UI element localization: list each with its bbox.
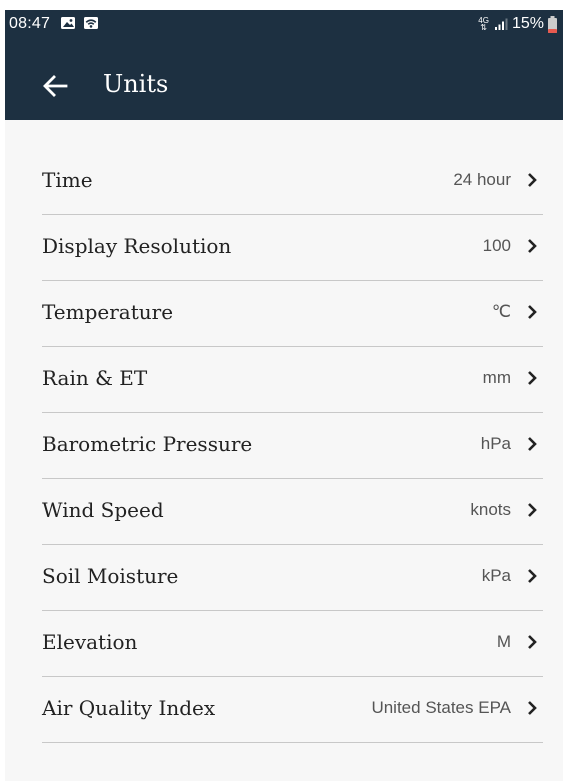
chevron-right-icon	[528, 634, 537, 649]
setting-value: hPa	[480, 433, 511, 453]
setting-value-group: mm	[483, 368, 543, 388]
setting-row-barometric-pressure[interactable]: Barometric Pressure hPa	[42, 413, 543, 479]
signal-strength-icon	[494, 18, 508, 30]
setting-value: kPa	[481, 565, 511, 585]
setting-value-group: ℃	[492, 302, 543, 322]
setting-row-wind-speed[interactable]: Wind Speed knots	[42, 479, 543, 545]
units-settings-list: Time 24 hour Display Resolution 100 Temp…	[42, 149, 543, 743]
gallery-icon	[61, 17, 75, 29]
chevron-right-icon	[528, 436, 537, 451]
chevron-right-icon	[528, 304, 537, 319]
battery-percent: 15%	[511, 15, 544, 32]
setting-row-air-quality-index[interactable]: Air Quality Index United States EPA	[42, 677, 543, 743]
arrow-left-icon	[43, 75, 68, 97]
setting-row-elevation[interactable]: Elevation M	[42, 611, 543, 677]
setting-label: Rain & ET	[42, 365, 148, 390]
status-time: 08:47	[9, 15, 51, 32]
chevron-right-icon	[528, 370, 537, 385]
setting-value-group: M	[497, 632, 543, 652]
setting-label: Barometric Pressure	[42, 431, 253, 456]
page-title: Units	[103, 70, 169, 98]
setting-value: M	[496, 631, 511, 651]
setting-value-group: kPa	[482, 566, 543, 586]
network-type-indicator: 4G ⇅	[478, 17, 489, 32]
setting-label: Elevation	[42, 629, 138, 654]
setting-row-display-resolution[interactable]: Display Resolution 100	[42, 215, 543, 281]
setting-value-group: 24 hour	[453, 170, 543, 190]
back-button[interactable]	[35, 68, 75, 104]
data-arrows-icon: ⇅	[480, 23, 487, 32]
setting-label: Temperature	[42, 299, 174, 324]
chevron-right-icon	[528, 700, 537, 715]
setting-row-time[interactable]: Time 24 hour	[42, 149, 543, 215]
setting-label: Air Quality Index	[42, 695, 216, 720]
status-right-group: 4G ⇅ 15%	[478, 14, 557, 34]
wifi-calling-icon	[84, 17, 98, 29]
setting-row-rain-et[interactable]: Rain & ET mm	[42, 347, 543, 413]
app-bar: 08:47 4G ⇅ 15% Units	[5, 10, 563, 120]
setting-value: 24 hour	[453, 169, 511, 189]
setting-value-group: hPa	[481, 434, 543, 454]
chevron-right-icon	[528, 238, 537, 253]
setting-value-group: 100	[483, 236, 543, 256]
setting-row-temperature[interactable]: Temperature ℃	[42, 281, 543, 347]
chevron-right-icon	[528, 502, 537, 517]
battery-icon	[548, 15, 557, 33]
setting-value: ℃	[491, 301, 511, 321]
setting-label: Time	[42, 167, 93, 192]
setting-label: Soil Moisture	[42, 563, 179, 588]
setting-label: Display Resolution	[42, 233, 232, 258]
setting-value: United States EPA	[371, 697, 511, 717]
setting-value-group: knots	[470, 500, 543, 520]
setting-value: knots	[470, 499, 511, 519]
setting-value: 100	[482, 235, 511, 255]
chevron-right-icon	[528, 172, 537, 187]
setting-label: Wind Speed	[42, 497, 164, 522]
chevron-right-icon	[528, 568, 537, 583]
setting-value: mm	[482, 367, 511, 387]
setting-value-group: United States EPA	[371, 698, 543, 718]
setting-row-soil-moisture[interactable]: Soil Moisture kPa	[42, 545, 543, 611]
